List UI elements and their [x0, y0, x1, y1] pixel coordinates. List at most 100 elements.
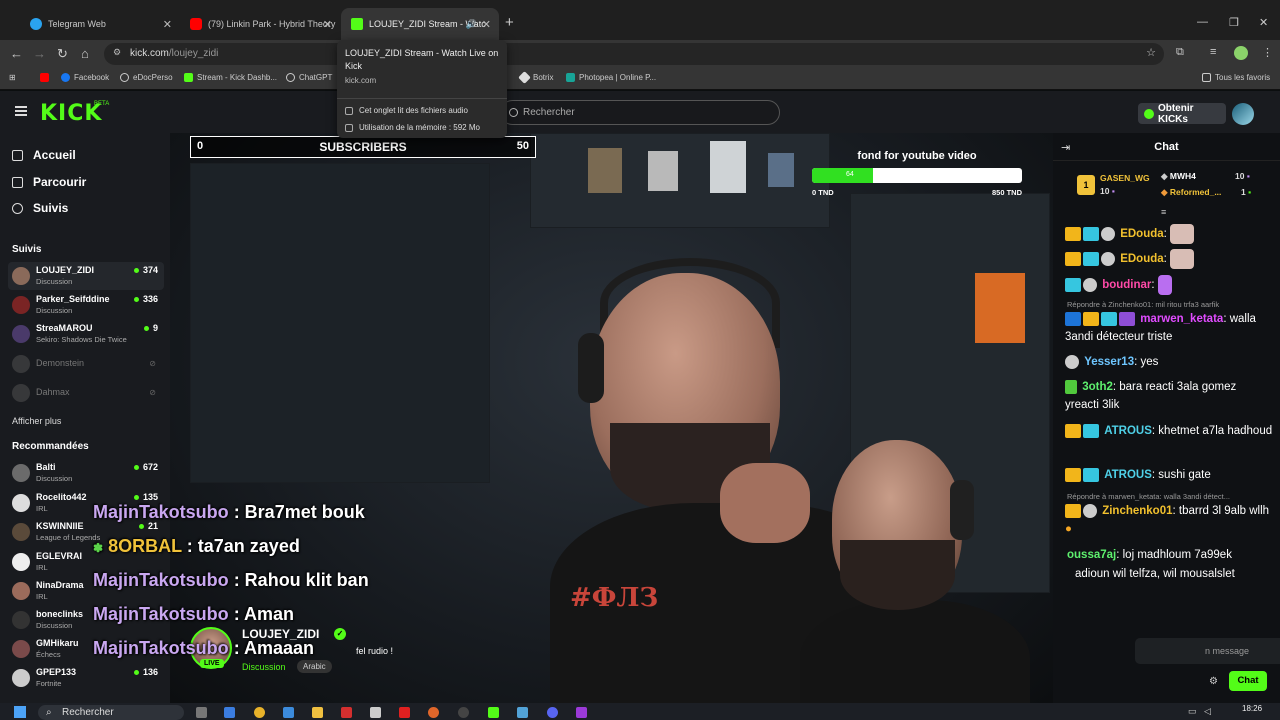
top-gifter-rank: 1 [1077, 175, 1095, 195]
close-icon[interactable]: ✕ [323, 18, 332, 31]
bookmark-photopea[interactable]: Photopea | Online P... [566, 73, 656, 82]
volume-icon[interactable]: ◁ [1204, 706, 1211, 717]
tab-youtube[interactable]: (79) Linkin Park - Hybrid Theory ✕ [180, 8, 340, 40]
avatar [12, 553, 30, 571]
hover-card-title: LOUJEY_ZIDI Stream - Watch Live on Kick [345, 48, 499, 71]
app-icon[interactable] [341, 707, 352, 718]
bookmark-youtube[interactable] [40, 73, 53, 82]
beta-label: BETA [94, 101, 110, 107]
speaker-icon[interactable]: 🔊 [466, 19, 477, 30]
chrome-icon[interactable] [254, 707, 265, 718]
photopea-icon [566, 73, 575, 82]
top-gifter[interactable]: ◆ Reformed_... [1161, 187, 1221, 198]
bookmark-kick-dashboard[interactable]: Stream - Kick Dashb... [184, 73, 277, 82]
top-gifter-count: 10 ▪ [1100, 186, 1115, 196]
minimize-icon[interactable]: — [1197, 16, 1208, 28]
overlay-chat-line: MajinTakotsubo : Amaaan [93, 638, 315, 658]
stream-category[interactable]: Discussion [242, 662, 286, 672]
restore-icon[interactable]: ❐ [1229, 16, 1239, 29]
media-icon[interactable]: ≡ [1210, 46, 1216, 58]
chat-message: Zinchenko01: tbarrd 3l 9alb wllh ● [1065, 503, 1270, 535]
app-icon[interactable] [370, 707, 381, 718]
tab-telegram[interactable]: Telegram Web ✕ [20, 8, 180, 40]
show-more-link[interactable]: Afficher plus [12, 416, 61, 426]
nav-home[interactable]: Accueil [12, 148, 76, 162]
more-menu-icon[interactable]: ⋮ [1262, 46, 1273, 59]
crown-badge-icon [1065, 227, 1081, 241]
profile-avatar[interactable] [1234, 46, 1248, 60]
gear-icon[interactable]: ⚙ [1209, 676, 1218, 687]
reload-icon[interactable]: ↻ [57, 46, 68, 62]
get-kicks-button[interactable]: Obtenir KICKs [1138, 103, 1226, 125]
bookmark-facebook[interactable]: Facebook [61, 73, 109, 82]
menu-icon[interactable] [15, 106, 27, 116]
search-icon: ⌕ [46, 707, 52, 718]
search-input[interactable]: Rechercher [500, 100, 780, 125]
gift-icon: ◆ [1161, 171, 1168, 181]
top-gifter[interactable]: ◆ MWH4 [1161, 171, 1196, 182]
app-icon[interactable] [576, 707, 587, 718]
taskbar-clock[interactable]: 18:26 [1242, 704, 1262, 713]
nav-following[interactable]: Suivis [12, 201, 68, 215]
stream-tag[interactable]: Arabic [297, 660, 332, 673]
apps-icon[interactable]: ⊞ [9, 73, 16, 82]
chat-input[interactable]: n message ☻ [1135, 638, 1280, 664]
discord-icon[interactable] [547, 707, 558, 718]
home-icon[interactable]: ⌂ [81, 46, 89, 61]
sidebar-channel-loujey-zidi[interactable]: LOUJEY_ZIDI Discussion 374 [8, 262, 164, 290]
site-info-icon[interactable]: ⚙ [113, 47, 121, 58]
new-tab-button[interactable]: + [505, 14, 514, 31]
sidebar-channel-parker[interactable]: Parker_Seifddine Discussion 336 [8, 291, 164, 319]
close-icon[interactable]: ✕ [163, 18, 172, 31]
close-window-icon[interactable]: ✕ [1259, 16, 1268, 29]
copilot-icon[interactable] [224, 707, 235, 718]
all-bookmarks[interactable]: Tous les favoris [1202, 73, 1270, 82]
goal-progress-fill [812, 168, 873, 183]
streamer-hand [720, 463, 810, 543]
forward-icon[interactable]: → [33, 46, 46, 61]
sub-goal-label: SUBSCRIBERS [319, 140, 407, 154]
back-icon[interactable]: ← [10, 46, 23, 61]
store-icon[interactable] [283, 707, 294, 718]
pinned-toggle-icon[interactable]: ≡ [1161, 207, 1166, 217]
obs-icon[interactable] [458, 707, 469, 718]
notepad-icon[interactable] [517, 707, 528, 718]
gift-badge-icon [1119, 311, 1135, 326]
bookmark-star-icon[interactable]: ☆ [1146, 46, 1156, 59]
chat-message: marwen_ketata: walla 3andi détecteur tri… [1065, 311, 1256, 343]
sidebar-channel-demonstein[interactable]: Demonstein ⊘ [8, 350, 164, 378]
explorer-icon[interactable] [312, 707, 323, 718]
taskbar-search[interactable]: ⌕ Rechercher [38, 705, 184, 720]
nav-browse[interactable]: Parcourir [12, 175, 86, 189]
tab-hover-card: LOUJEY_ZIDI Stream - Watch Live on Kick … [337, 40, 507, 138]
bookmark-chatgpt[interactable]: ChatGPT [286, 73, 332, 82]
browser-tab-strip: Telegram Web ✕ (79) Linkin Park - Hybrid… [0, 0, 1280, 40]
tab-kick[interactable]: LOUJEY_ZIDI Stream - Watc 🔊 ✕ [341, 8, 499, 40]
avatar[interactable] [1232, 103, 1254, 125]
extensions-icon[interactable]: ⧉ [1176, 46, 1184, 59]
sidebar-channel-balti[interactable]: Balti Discussion 672 [8, 459, 164, 487]
kick-icon[interactable] [488, 707, 499, 718]
chat-message: Yesser13: yes [1065, 353, 1273, 371]
sidebar-channel-dahmax[interactable]: Dahmax ⊘ [8, 379, 164, 407]
top-gifter[interactable]: GASEN_WG [1100, 173, 1150, 183]
avatar [12, 494, 30, 512]
background-poster [588, 148, 622, 193]
address-bar[interactable]: ⚙ kick.com/loujey_zidi ☆ [104, 43, 1164, 65]
avatar [12, 669, 30, 687]
task-view-icon[interactable] [196, 707, 207, 718]
sidebar-channel-gpep133[interactable]: GPEP133 Fortnite 136 [8, 664, 164, 692]
top-gifter-count: 10 ▪ [1235, 171, 1250, 181]
windows-start-icon[interactable] [14, 706, 26, 718]
chat-message: ATROUS: khetmet a7la hadhoud [1065, 422, 1273, 440]
send-chat-button[interactable]: Chat [1229, 671, 1267, 691]
divider [337, 98, 507, 99]
youtube-icon[interactable] [399, 707, 410, 718]
bookmark-edocperso[interactable]: eDocPerso [120, 73, 173, 82]
close-icon[interactable]: ✕ [482, 18, 491, 31]
stream-title: fel rudio ! [356, 646, 394, 656]
network-icon[interactable]: ▭ [1188, 706, 1197, 717]
app-icon[interactable] [428, 707, 439, 718]
sidebar-channel-streamarou[interactable]: StreaMAROU Sekiro: Shadows Die Twice 9 [8, 320, 164, 348]
bookmark-botrix[interactable]: Botrix [518, 71, 553, 84]
